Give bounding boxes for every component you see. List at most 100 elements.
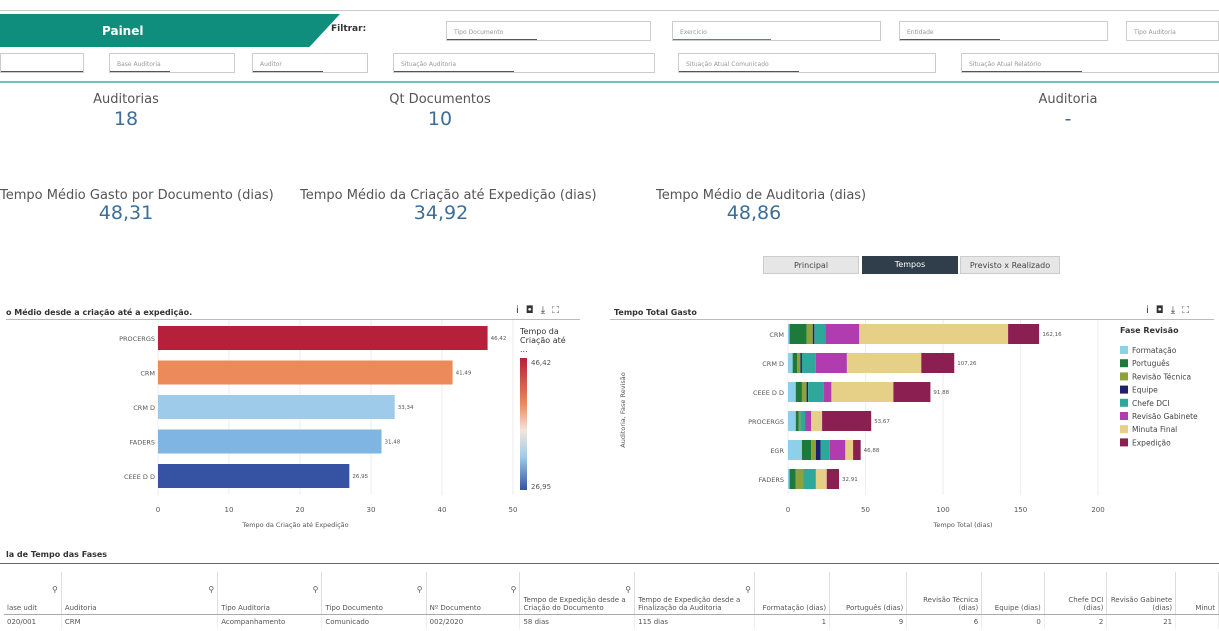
bar-segment[interactable]: [798, 411, 801, 431]
filter-situacao-auditoria[interactable]: Situação Auditoria: [393, 53, 655, 73]
bar-segment[interactable]: [921, 353, 955, 373]
download-icon[interactable]: ⤓: [541, 305, 552, 316]
column-header[interactable]: Tipo Auditoria ⚲: [217, 572, 323, 615]
column-header[interactable]: Tempo de Expedição desde a Criação do Do…: [519, 572, 636, 615]
column-header[interactable]: Tipo Documento ⚲: [321, 572, 427, 615]
bar-segment[interactable]: [811, 411, 823, 431]
bar[interactable]: [158, 326, 488, 350]
bar[interactable]: [158, 395, 395, 419]
bar-segment[interactable]: [822, 411, 872, 431]
bar-segment[interactable]: [831, 382, 894, 402]
bar[interactable]: [158, 464, 350, 488]
column-header[interactable]: Formatação (dias): [754, 572, 831, 615]
filter-tipo-documento[interactable]: Tipo Documento: [446, 21, 651, 41]
column-header[interactable]: Nº Documento ⚲: [426, 572, 521, 615]
bar-segment[interactable]: [859, 324, 1009, 344]
bar-segment[interactable]: [826, 469, 840, 489]
bar-segment[interactable]: [846, 353, 922, 373]
legend-item[interactable]: Minuta Final: [1132, 425, 1177, 434]
search-icon[interactable]: ⚲: [208, 586, 214, 594]
bar-segment[interactable]: [801, 382, 807, 402]
fullscreen-icon[interactable]: ⛶: [552, 305, 566, 316]
bar-segment[interactable]: [806, 382, 809, 402]
bar-segment[interactable]: [797, 353, 801, 373]
search-icon[interactable]: ⚲: [313, 586, 319, 594]
bar-segment[interactable]: [788, 469, 790, 489]
search-icon[interactable]: ⚲: [52, 586, 58, 594]
column-header[interactable]: lase udit ⚲: [4, 572, 62, 615]
bar-segment[interactable]: [1008, 324, 1040, 344]
bar-segment[interactable]: [811, 440, 816, 460]
legend-item[interactable]: Expedição: [1132, 438, 1171, 447]
bar-segment[interactable]: [823, 382, 832, 402]
bar-segment[interactable]: [792, 353, 798, 373]
column-header[interactable]: Revisão Técnica (dias): [906, 572, 983, 615]
bar-segment[interactable]: [801, 440, 812, 460]
bar-segment[interactable]: [789, 469, 796, 489]
bar-segment[interactable]: [815, 440, 821, 460]
column-header[interactable]: Auditoria ⚲: [61, 572, 219, 615]
column-header[interactable]: Português (dias): [829, 572, 908, 615]
bar-segment[interactable]: [788, 382, 796, 402]
legend-item[interactable]: Português: [1132, 359, 1170, 368]
bar-segment[interactable]: [788, 353, 793, 373]
bar-segment[interactable]: [788, 440, 802, 460]
filter-auditor[interactable]: Auditor: [252, 53, 368, 73]
bar-segment[interactable]: [845, 440, 854, 460]
bar-segment[interactable]: [808, 382, 824, 402]
filter-situacao-comunicado[interactable]: Situação Atual Comunicado: [678, 53, 936, 73]
bar-segment[interactable]: [853, 440, 861, 460]
info-icon[interactable]: i: [516, 305, 526, 316]
bar-segment[interactable]: [795, 469, 804, 489]
info-icon[interactable]: i: [1146, 305, 1156, 316]
search-icon[interactable]: ⚲: [745, 586, 751, 594]
bar-segment[interactable]: [893, 382, 931, 402]
table-row[interactable]: 020/001 CRM Acompanhamento Comunicado 002/20…: [4, 614, 1219, 629]
column-header[interactable]: Tempo de Expedição desde a Finalização d…: [634, 572, 756, 615]
legend-item[interactable]: Revisão Técnica: [1132, 372, 1191, 381]
filter-entidade[interactable]: Entidade: [899, 21, 1108, 41]
bar-segment[interactable]: [829, 440, 846, 460]
search-icon[interactable]: ⚲: [625, 586, 631, 594]
column-header[interactable]: Chefe DCI (dias): [1044, 572, 1108, 615]
filter-tipo-auditoria[interactable]: Tipo Auditoria: [1126, 21, 1219, 41]
bar-segment[interactable]: [814, 324, 826, 344]
tab-previsto-realizado[interactable]: Previsto x Realizado: [960, 256, 1060, 274]
legend-item[interactable]: Formatação: [1132, 346, 1177, 355]
tab-principal[interactable]: Principal: [763, 256, 859, 274]
filter-blank[interactable]: [0, 53, 84, 73]
bar-segment[interactable]: [815, 469, 827, 489]
legend-item[interactable]: Chefe DCI: [1132, 399, 1169, 408]
bar-segment[interactable]: [812, 324, 815, 344]
column-header[interactable]: Revisão Gabinete (dias): [1106, 572, 1177, 615]
bar-segment[interactable]: [788, 324, 790, 344]
bar[interactable]: [158, 429, 382, 454]
fullscreen-icon[interactable]: ⛶: [1182, 305, 1196, 316]
search-icon[interactable]: ⚲: [511, 586, 517, 594]
bar-segment[interactable]: [825, 324, 860, 344]
search-icon[interactable]: ⚲: [417, 586, 423, 594]
bar-segment[interactable]: [800, 411, 806, 431]
bar-segment[interactable]: [800, 353, 802, 373]
legend-item[interactable]: Revisão Gabinete: [1132, 412, 1198, 421]
tab-tempos[interactable]: Tempos: [862, 256, 958, 274]
column-header[interactable]: Equipe (dias): [981, 572, 1045, 615]
bar-segment[interactable]: [795, 382, 802, 402]
bar[interactable]: [158, 360, 453, 385]
bar-segment[interactable]: [795, 411, 799, 431]
camera-icon[interactable]: ◘: [526, 305, 541, 316]
filter-situacao-relatorio[interactable]: Situação Atual Relatório: [961, 53, 1219, 73]
bar-segment[interactable]: [820, 440, 830, 460]
bar-segment[interactable]: [789, 324, 807, 344]
tab-painel[interactable]: Painel: [0, 14, 340, 47]
bar-segment[interactable]: [806, 324, 813, 344]
bar-segment[interactable]: [801, 353, 816, 373]
legend-item[interactable]: Equipe: [1132, 386, 1158, 395]
bar-segment[interactable]: [805, 411, 812, 431]
bar-segment[interactable]: [803, 469, 816, 489]
filter-exercicio[interactable]: Exercício: [672, 21, 881, 41]
bar-segment[interactable]: [788, 411, 796, 431]
download-icon[interactable]: ⤓: [1171, 305, 1182, 316]
column-header[interactable]: Minut: [1175, 572, 1219, 615]
camera-icon[interactable]: ◘: [1156, 305, 1171, 316]
